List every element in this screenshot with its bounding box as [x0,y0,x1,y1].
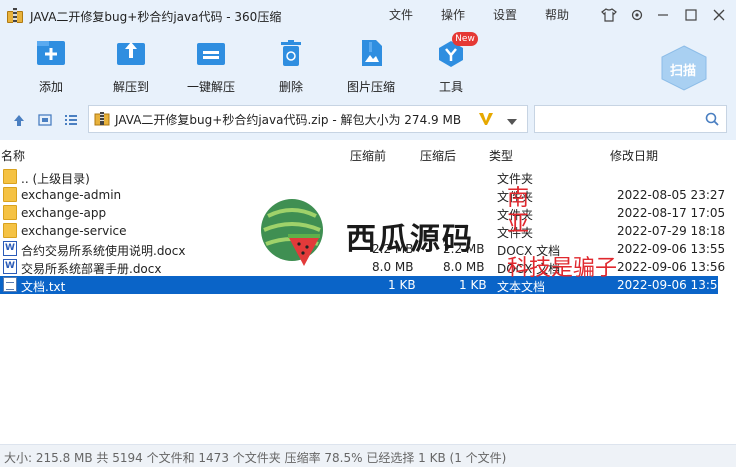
docx-file-icon [3,241,17,256]
image-compress-icon [355,38,387,68]
status-bar: 大小: 215.8 MB 共 5194 个文件和 1473 个文件夹 压缩率 7… [0,444,736,467]
new-badge: New [452,32,478,46]
file-size-before: 8.0 MB [372,260,414,274]
image-compress-label: 图片压缩 [346,80,395,94]
watermark-brand: 西瓜源码 [346,222,474,257]
file-date: 2022-07-29 18:18 [617,224,726,238]
file-date: 2022-09-06 13:55 [617,242,726,256]
zip-archive-icon [6,7,24,25]
file-date: 2022-09-06 13:55 [617,278,726,292]
delete-label: 删除 [278,80,303,94]
file-name: 合约交易所系统使用说明.docx [21,244,186,258]
extract-to-label: 解压到 [112,80,149,94]
folder-icon [3,187,17,202]
menu-operate[interactable]: 操作 [441,6,465,23]
tools-label: 工具 [438,80,463,94]
gear-icon[interactable] [626,5,648,25]
one-click-extract-button[interactable]: 一键解压 [179,38,243,95]
menu-settings[interactable]: 设置 [493,6,517,23]
maximize-icon[interactable] [680,5,702,25]
file-date: 2022-08-17 17:05 [617,206,726,220]
file-size-before: 1 KB [388,278,416,292]
add-icon [35,38,67,68]
file-size-after: 1 KB [459,278,487,292]
vip-v-icon[interactable] [478,111,494,127]
skin-shirt-icon[interactable] [598,5,620,25]
file-name: .. (上级目录) [21,172,90,186]
scan-button[interactable]: 扫描 [658,44,710,92]
scan-label: 扫描 [670,64,697,79]
file-row[interactable]: .. (上级目录) 文件夹 [0,168,736,186]
search-icon[interactable] [705,112,719,126]
window-title: JAVA二开修复bug+秒合约java代码 - 360压缩 [30,9,282,24]
watermark-red-line-3: 科技是骗子 [507,256,618,281]
toolbar: 添加 解压到 一键解压 删除 图片压缩 工具 New [0,32,736,100]
view-thumbnail-icon[interactable] [38,113,52,127]
file-date: 2022-08-05 23:27 [617,188,726,202]
menu-help[interactable]: 帮助 [545,6,569,23]
menu-operate-label[interactable]: 操作 [441,6,465,23]
one-click-extract-label: 一键解压 [186,80,235,94]
add-button[interactable]: 添加 [19,38,83,95]
file-date: 2022-09-06 13:56 [617,260,726,274]
col-modified[interactable]: 修改日期 [610,147,658,164]
menu-settings-label[interactable]: 设置 [493,6,517,23]
title-bar: JAVA二开修复bug+秒合约java代码 - 360压缩 文件 操作 设置 帮… [0,0,736,32]
menu-file[interactable]: 文件 [389,6,413,23]
folder-icon [3,205,17,220]
status-text: 大小: 215.8 MB 共 5194 个文件和 1473 个文件夹 压缩率 7… [4,451,507,465]
zip-file-icon [94,111,110,127]
file-name: exchange-service [21,224,127,238]
watermark-red-line-2: 亚 [507,212,530,237]
folder-icon [3,223,17,238]
image-compress-button[interactable]: 图片压缩 [339,38,403,95]
file-name: 文档.txt [21,280,66,294]
file-row[interactable]: 交易所系统部署手册.docx 8.0 MB 8.0 MB DOCX 文档 202… [0,258,736,276]
close-icon[interactable] [708,5,730,25]
file-name: exchange-app [21,206,107,220]
menu-file-label[interactable]: 文件 [389,6,413,23]
path-text: JAVA二开修复bug+秒合约java代码.zip - 解包大小为 274.9 … [115,112,462,127]
file-name: exchange-admin [21,188,122,202]
file-size-after: 8.0 MB [443,260,485,274]
delete-button[interactable]: 删除 [259,38,323,95]
file-name: 交易所系统部署手册.docx [21,262,162,276]
col-before[interactable]: 压缩前 [350,147,386,164]
col-type[interactable]: 类型 [489,147,513,164]
file-row[interactable]: exchange-admin 文件夹 2022-08-05 23:27 [0,186,736,204]
text-file-icon [3,277,17,292]
search-input[interactable] [534,105,727,133]
path-field[interactable]: JAVA二开修复bug+秒合约java代码.zip - 解包大小为 274.9 … [88,105,528,133]
extract-to-button[interactable]: 解压到 [99,38,163,95]
menu-help-label[interactable]: 帮助 [545,6,569,23]
minimize-icon[interactable] [652,5,674,25]
add-label: 添加 [38,80,63,94]
col-after[interactable]: 压缩后 [420,147,456,164]
trash-icon [275,38,307,68]
col-name[interactable]: 名称 [1,147,25,164]
chevron-down-icon[interactable] [506,115,518,125]
tools-button[interactable]: 工具 [419,38,483,95]
one-click-extract-icon [195,38,227,68]
folder-icon [3,169,17,184]
docx-file-icon [3,259,17,274]
view-list-icon[interactable] [64,113,78,127]
up-arrow-icon[interactable] [12,113,26,127]
extract-to-icon [115,38,147,68]
column-header: 名称 压缩前 压缩后 类型 修改日期 [0,144,736,164]
